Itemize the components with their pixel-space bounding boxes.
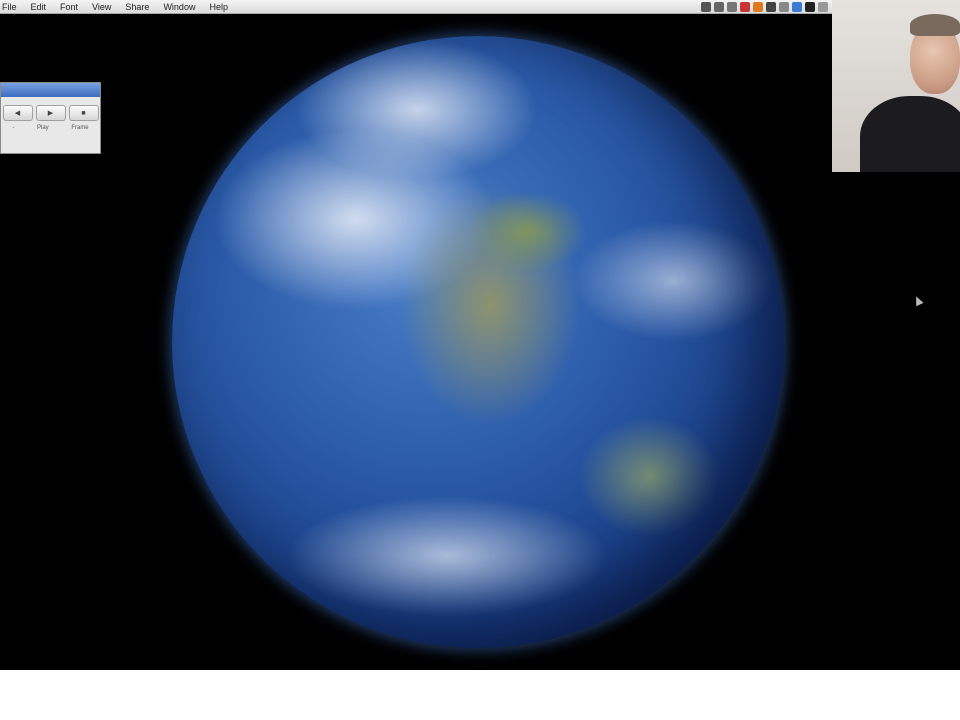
webcam-overlay [832,0,960,172]
frame-label: Frame [71,125,89,131]
menu-help[interactable]: Help [209,2,228,12]
spotlight-icon[interactable] [818,1,828,12]
presenter-body [860,96,960,172]
right-arrow-icon: ▶ [47,110,54,117]
menu-edit[interactable]: Edit [31,2,47,12]
display-icon[interactable] [727,1,737,12]
menu-bar: File Edit Font View Share Window Help [0,0,832,14]
menu-share[interactable]: Share [125,2,149,12]
camera-icon: ■ [81,109,86,117]
play-button[interactable]: ▶ [35,105,66,121]
volume-icon[interactable] [792,1,802,12]
status-area [701,1,832,12]
menu-file[interactable]: File [2,2,17,12]
previous-button[interactable]: ◀ [2,105,33,121]
bluetooth-icon[interactable] [701,1,711,12]
play-label: Play [36,125,49,131]
battery-icon[interactable] [740,1,750,12]
left-arrow-icon: ◀ [14,110,21,117]
notification-icon[interactable] [753,1,763,12]
menu-window[interactable]: Window [163,2,195,12]
palette-labels: - Play Frame [1,125,100,131]
menu-view[interactable]: View [92,2,111,12]
menu-items: File Edit Font View Share Window Help [0,2,242,12]
palette-title-bar[interactable] [1,83,100,97]
previous-label: - [12,125,15,131]
earth-image [172,36,784,648]
palette-buttons: ◀ ▶ ■ [1,97,100,121]
clock-icon[interactable] [805,1,815,12]
frame-button[interactable]: ■ [68,105,99,121]
sync-icon[interactable] [714,1,724,12]
presenter-hair [910,14,960,36]
palette-window[interactable]: ◀ ▶ ■ - Play Frame [0,82,101,154]
camera-icon[interactable] [766,1,776,12]
wifi-icon[interactable] [779,1,789,12]
desktop [0,14,960,670]
menu-font[interactable]: Font [60,2,78,12]
